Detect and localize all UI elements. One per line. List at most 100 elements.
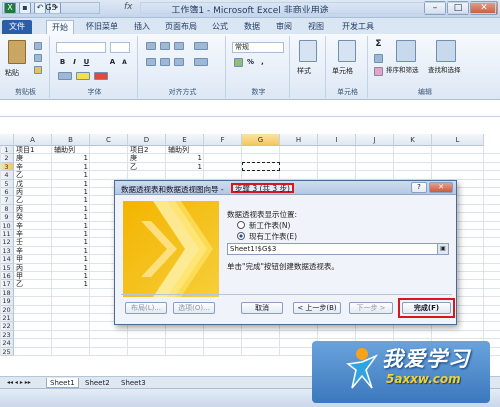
name-box[interactable]: G3 — [2, 2, 100, 14]
column-header-j[interactable]: J — [356, 134, 394, 146]
column-header-h[interactable]: H — [280, 134, 318, 146]
number-format-field[interactable]: 常规 — [232, 42, 284, 53]
row-header-3[interactable]: 3 — [0, 162, 14, 172]
row-header-5[interactable]: 5 — [0, 179, 14, 188]
row-header-13[interactable]: 13 — [0, 246, 14, 256]
cell-b9[interactable]: 1 — [54, 213, 88, 221]
shrink-font-button[interactable]: A — [120, 58, 129, 67]
align-top-icon[interactable] — [146, 42, 156, 50]
italic-button[interactable]: I — [70, 58, 79, 67]
row-header-8[interactable]: 8 — [0, 204, 14, 214]
row-header-14[interactable]: 14 — [0, 255, 14, 264]
cell-b10[interactable]: 1 — [54, 222, 88, 230]
new-sheet-label[interactable]: 新工作表(N) — [249, 220, 290, 231]
column-header-e[interactable]: E — [166, 134, 204, 146]
row-header-21[interactable]: 21 — [0, 314, 14, 323]
sheet-tab-1[interactable]: Sheet1 — [46, 378, 79, 388]
cell-a13[interactable]: 辛 — [16, 247, 50, 255]
cell-b1[interactable]: 辅助列 — [54, 146, 88, 154]
new-sheet-radio[interactable] — [237, 221, 245, 229]
copy-icon[interactable] — [34, 54, 42, 62]
column-header-g[interactable]: G — [242, 134, 280, 146]
row-header-22[interactable]: 22 — [0, 322, 14, 331]
cell-b12[interactable]: 1 — [54, 238, 88, 246]
align-middle-icon[interactable] — [160, 42, 170, 50]
column-header-i[interactable]: I — [318, 134, 356, 146]
sheet-tab-2[interactable]: Sheet2 — [82, 378, 113, 388]
formula-input[interactable] — [140, 2, 496, 14]
cell-b4[interactable]: 1 — [54, 171, 88, 179]
cell-b13[interactable]: 1 — [54, 247, 88, 255]
cell-a15[interactable]: 丙 — [16, 264, 50, 272]
paste-icon[interactable] — [8, 40, 26, 64]
cut-icon[interactable] — [34, 42, 42, 50]
cell-a17[interactable]: 乙 — [16, 280, 50, 288]
row-header-6[interactable]: 6 — [0, 188, 14, 197]
currency-icon[interactable] — [234, 58, 243, 67]
row-header-16[interactable]: 16 — [0, 272, 14, 281]
cell-a12[interactable]: 壬 — [16, 238, 50, 246]
row-header-25[interactable]: 25 — [0, 347, 14, 356]
column-header-k[interactable]: K — [394, 134, 432, 146]
sheet-nav-icon[interactable]: ◂◂ ◂ ▸ ▸▸ — [4, 378, 34, 388]
format-painter-icon[interactable] — [34, 66, 42, 74]
row-header-17[interactable]: 17 — [0, 280, 14, 289]
tab-insert[interactable]: 插入 — [130, 20, 154, 34]
clear-icon[interactable] — [374, 67, 383, 76]
cell-a2[interactable]: 庚 — [16, 154, 50, 162]
column-header-b[interactable]: B — [52, 134, 90, 146]
cell-b3[interactable]: 1 — [54, 163, 88, 171]
tab-data[interactable]: 数据 — [240, 20, 264, 34]
column-header-f[interactable]: F — [204, 134, 242, 146]
cell-d1[interactable]: 项目2 — [130, 146, 164, 154]
dialog-close-button[interactable]: ✕ — [429, 182, 453, 193]
column-header-l[interactable]: L — [432, 134, 484, 146]
row-header-18[interactable]: 18 — [0, 288, 14, 298]
cell-a16[interactable]: 甲 — [16, 272, 50, 280]
cells-icon[interactable] — [338, 40, 356, 62]
tab-formulas[interactable]: 公式 — [208, 20, 232, 34]
autosum-button[interactable]: Σ — [374, 40, 383, 49]
row-header-9[interactable]: 9 — [0, 213, 14, 222]
range-picker-icon[interactable]: ▣ — [437, 244, 448, 254]
options-button[interactable]: 选项(O)... — [173, 302, 215, 314]
cell-a3[interactable]: 辛 — [16, 163, 50, 171]
sheet-tab-3[interactable]: Sheet3 — [118, 378, 149, 388]
row-header-4[interactable]: 4 — [0, 171, 14, 180]
font-name-field[interactable] — [56, 42, 106, 53]
cell-b8[interactable]: 1 — [54, 205, 88, 213]
tab-home[interactable]: 开始 — [46, 20, 74, 34]
cell-b5[interactable]: 1 — [54, 180, 88, 188]
fill-icon[interactable] — [374, 54, 383, 63]
cancel-button[interactable]: 取消 — [241, 302, 283, 314]
find-select-icon[interactable] — [436, 40, 456, 62]
row-header-10[interactable]: 10 — [0, 221, 14, 230]
tab-review[interactable]: 审阅 — [272, 20, 296, 34]
tab-view[interactable]: 视图 — [304, 20, 328, 34]
cell-e1[interactable]: 辅助列 — [168, 146, 202, 154]
existing-sheet-radio[interactable] — [237, 232, 245, 240]
range-input[interactable]: Sheet1!$G$3 — [227, 243, 449, 255]
merge-center-icon[interactable] — [194, 58, 208, 66]
grow-font-button[interactable]: A — [108, 58, 117, 67]
cells-button-label[interactable]: 单元格 — [332, 66, 353, 76]
find-select-label[interactable]: 查找和选择 — [428, 64, 461, 74]
cell-b7[interactable]: 1 — [54, 196, 88, 204]
bold-button[interactable]: B — [58, 58, 67, 67]
cell-a6[interactable]: 丙 — [16, 188, 50, 196]
cell-d3[interactable]: 乙 — [130, 163, 164, 171]
column-header-a[interactable]: A — [14, 134, 52, 146]
cell-a7[interactable]: 乙 — [16, 196, 50, 204]
row-header-20[interactable]: 20 — [0, 305, 14, 314]
paste-label[interactable]: 粘贴 — [5, 68, 19, 78]
percent-button[interactable]: % — [246, 58, 255, 67]
cell-a14[interactable]: 甲 — [16, 255, 50, 263]
cell-a5[interactable]: 戊 — [16, 180, 50, 188]
existing-sheet-label[interactable]: 现有工作表(E) — [249, 231, 297, 242]
font-color-icon[interactable] — [94, 72, 108, 80]
wrap-text-icon[interactable] — [194, 42, 208, 50]
row-header-11[interactable]: 11 — [0, 230, 14, 239]
row-header-19[interactable]: 19 — [0, 297, 14, 306]
font-size-field[interactable] — [110, 42, 130, 53]
comma-button[interactable]: , — [258, 58, 267, 67]
